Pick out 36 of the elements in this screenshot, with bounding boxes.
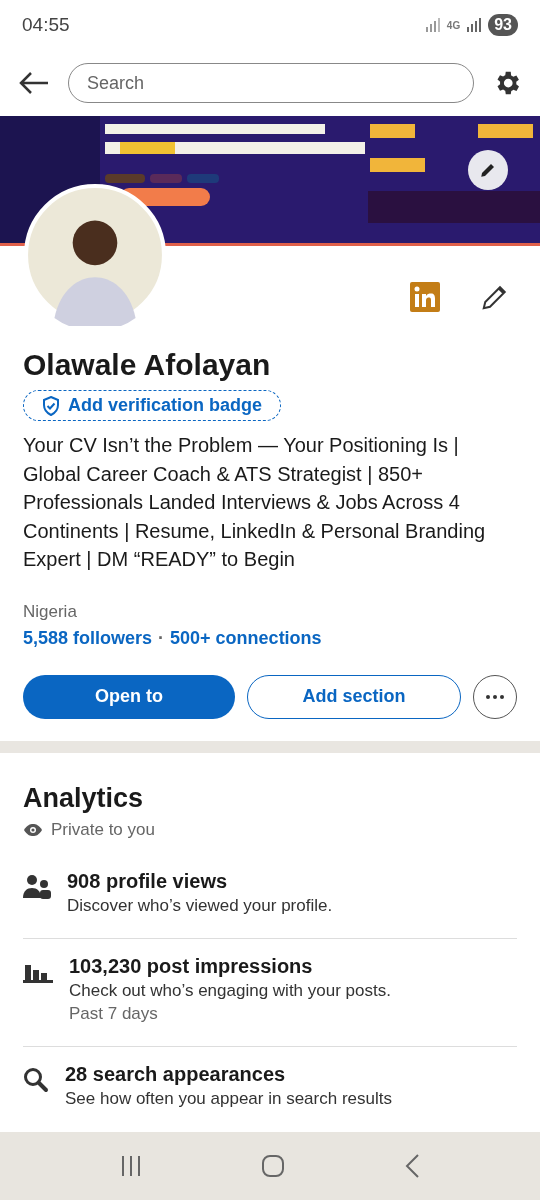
metric-description: See how often you appear in search results — [65, 1088, 392, 1109]
back-icon[interactable] — [18, 71, 50, 95]
search-icon — [23, 1066, 49, 1093]
recents-icon[interactable] — [119, 1154, 142, 1178]
search-field[interactable]: Search — [68, 63, 474, 103]
connections-link[interactable]: 500+ connections — [170, 627, 322, 649]
pencil-icon — [479, 161, 497, 179]
location: Nigeria — [23, 601, 78, 622]
section-title: Analytics — [23, 782, 145, 814]
shield-check-icon — [42, 395, 60, 416]
metric-description: Check out who’s engaging with your posts. — [69, 980, 391, 1001]
network-type: 4G — [446, 19, 461, 31]
signal-icon — [466, 18, 483, 32]
verification-badge-button[interactable]: Add verification badge — [23, 390, 282, 421]
signal-icon — [424, 18, 441, 32]
open-to-button[interactable]: Open to — [23, 674, 235, 719]
metric-description: Discover who’s viewed your profile. — [67, 895, 333, 916]
people-icon — [23, 873, 51, 900]
metric-title[interactable]: 28 search appearances — [65, 1062, 392, 1086]
followers-link[interactable]: 5,588 followers — [23, 627, 153, 649]
more-button[interactable] — [473, 674, 517, 719]
separator-dot: · — [158, 627, 165, 649]
privacy-note: Private to you — [51, 819, 155, 840]
battery-level: 93 — [488, 14, 518, 36]
clock: 04:55 — [22, 14, 70, 36]
more-icon — [486, 694, 504, 699]
metric-title[interactable]: 908 profile views — [67, 869, 333, 893]
eye-icon — [23, 822, 43, 837]
back-nav-icon[interactable] — [404, 1154, 421, 1178]
period-note: Past 7 days — [69, 1003, 159, 1024]
linkedin-icon[interactable] — [410, 282, 440, 312]
metric-title[interactable]: 103,230 post impressions — [69, 954, 391, 978]
add-section-button[interactable]: Add section — [247, 674, 461, 719]
headline: Your CV Isn’t the Problem — Your Positioning Is | Global Career Coach & ATS Strategist | 850+ Professionals Landed Interviews & Jobs Across 4 Continents | Resume, LinkedIn & Personal Branding Expert | DM “READY” to Begin — [23, 433, 487, 572]
home-icon[interactable] — [261, 1154, 285, 1178]
profile-name: Olawale Afolayan — [23, 348, 272, 382]
